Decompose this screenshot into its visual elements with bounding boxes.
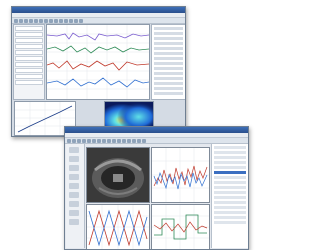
sawtooth-plot [86,204,150,249]
channel-row[interactable] [15,80,43,85]
table-row [154,82,183,85]
toolbar-button[interactable] [72,139,76,143]
toolbar-button[interactable] [39,19,43,23]
nav-item[interactable] [69,147,79,153]
table-row [154,47,183,50]
toolbar-button[interactable] [29,19,33,23]
nav-item[interactable] [69,210,79,216]
channel-row[interactable] [15,26,43,31]
toolbar-button[interactable] [59,19,63,23]
scope-traces-plot [46,24,150,100]
toolbar-button[interactable] [49,19,53,23]
toolbar-button[interactable] [92,139,96,143]
toolbar-button[interactable] [102,139,106,143]
nav-item[interactable] [69,219,79,225]
camera-image [86,147,150,203]
property-row[interactable] [214,176,246,179]
toolbar-button[interactable] [79,19,83,23]
properties-panel [211,144,248,248]
toolbar-button[interactable] [34,19,38,23]
property-row[interactable] [214,211,246,214]
table-row [154,57,183,60]
noise-trace-blue [153,171,208,190]
nav-item[interactable] [69,156,79,162]
property-row[interactable] [214,221,246,224]
scope-trace-3 [47,60,149,71]
toolbar-button[interactable] [82,139,86,143]
toolbar-button[interactable] [19,19,23,23]
acquisition-window [64,126,249,250]
table-row [154,32,183,35]
property-row[interactable] [214,216,246,219]
toolbar-button[interactable] [64,19,68,23]
table-row [154,87,183,90]
toolbar-button[interactable] [87,139,91,143]
scope-trace-4 [47,77,149,88]
table-row [154,27,183,30]
table-row [154,42,183,45]
channel-row[interactable] [15,32,43,37]
table-row [154,77,183,80]
channel-list-panel [13,24,45,100]
table-row [154,37,183,40]
toolbar-button[interactable] [24,19,28,23]
property-row[interactable] [214,191,246,194]
toolbar-button[interactable] [122,139,126,143]
channel-row[interactable] [15,44,43,49]
navigation-sidebar [66,144,85,248]
measurement-table [151,24,185,100]
property-row[interactable] [214,151,246,154]
property-row[interactable] [214,181,246,184]
toolbar-button[interactable] [132,139,136,143]
toolbar-button[interactable] [142,139,146,143]
toolbar-button[interactable] [67,139,71,143]
table-row [154,67,183,70]
channel-row[interactable] [15,74,43,79]
table-row [154,92,183,95]
channel-row[interactable] [15,50,43,55]
toolbar-button[interactable] [112,139,116,143]
toolbar-button[interactable] [77,139,81,143]
nav-item[interactable] [69,201,79,207]
channel-row[interactable] [15,62,43,67]
property-row[interactable] [214,186,246,189]
property-row[interactable] [214,206,246,209]
property-row[interactable] [214,156,246,159]
property-row[interactable] [214,171,246,174]
property-row[interactable] [214,201,246,204]
toolbar-button[interactable] [44,19,48,23]
nav-item[interactable] [69,183,79,189]
toolbar-button[interactable] [97,139,101,143]
toolbar-button[interactable] [14,19,18,23]
channel-row[interactable] [15,56,43,61]
property-row[interactable] [214,196,246,199]
toolbar-button[interactable] [117,139,121,143]
property-row[interactable] [214,161,246,164]
property-row[interactable] [214,166,246,169]
toolbar-button[interactable] [54,19,58,23]
channel-row[interactable] [15,38,43,43]
nav-item[interactable] [69,174,79,180]
nav-item[interactable] [69,192,79,198]
toolbar-button[interactable] [74,19,78,23]
multi-trace-plot [151,204,210,249]
analysis-window [11,6,186,137]
toolbar-button[interactable] [127,139,131,143]
property-row[interactable] [214,146,246,149]
table-row [154,72,183,75]
nav-item[interactable] [69,165,79,171]
table-row [154,62,183,65]
toolbar-button[interactable] [69,19,73,23]
noise-signal-plot [151,147,210,203]
table-row [154,52,183,55]
channel-row[interactable] [15,68,43,73]
toolbar-button[interactable] [137,139,141,143]
toolbar-button[interactable] [107,139,111,143]
